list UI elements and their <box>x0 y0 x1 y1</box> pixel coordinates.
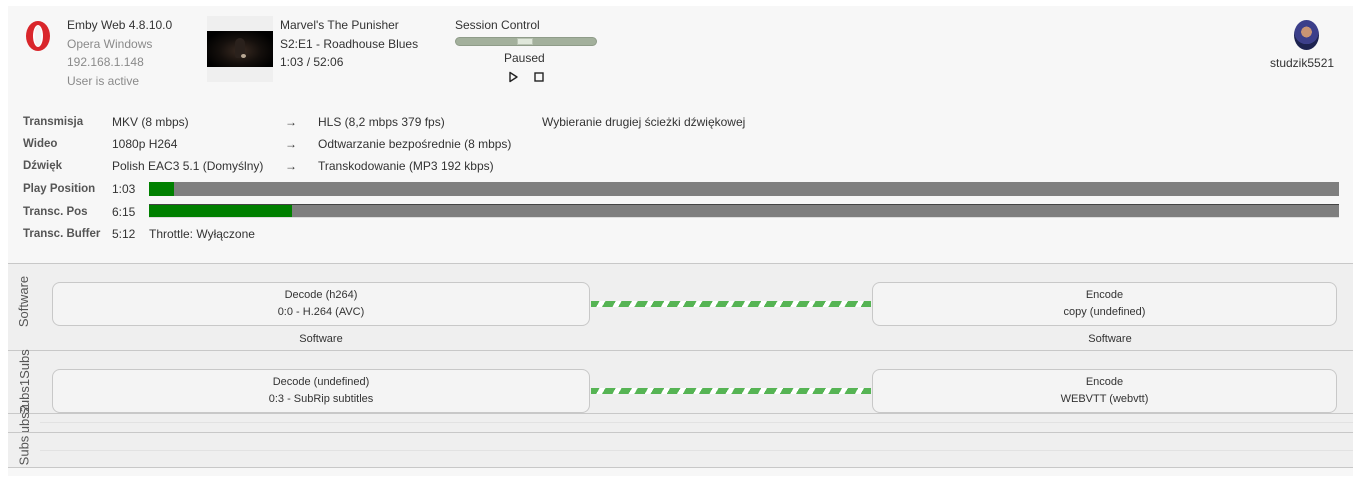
decode-hw-label: Software <box>299 333 343 345</box>
pipeline-link <box>591 301 871 307</box>
client-device: Opera Windows <box>67 36 153 51</box>
transc-buffer-label: Transc. Buffer <box>23 228 101 240</box>
session-seek-bar[interactable] <box>455 37 597 46</box>
session-seek-knob[interactable] <box>517 38 533 45</box>
lane-divider <box>40 450 1353 451</box>
play-position-value: 1:03 <box>112 182 136 196</box>
thumbnail-image <box>207 31 273 67</box>
arrow-right-icon: → <box>285 137 297 151</box>
client-app: Emby Web 4.8.10.0 <box>67 18 173 32</box>
pipeline-lane-software: Software Decode (h264) 0:0 - H.264 (AVC)… <box>8 263 1353 350</box>
transc-pos-bar <box>149 204 1339 218</box>
user-avatar[interactable] <box>1294 20 1319 50</box>
media-info: Marvel's The Punisher S2:E1 - Roadhouse … <box>280 16 418 72</box>
pipeline-lane-subs3: Subs <box>8 432 1353 467</box>
audio-source: Polish EAC3 5.1 (Domyślny) <box>112 159 264 173</box>
decode-detail: 0:3 - SubRip subtitles <box>268 393 374 405</box>
session-status: Paused <box>504 51 545 65</box>
encode-hw-label: Software <box>1088 333 1132 345</box>
transc-buffer-value: 5:12 <box>112 227 136 241</box>
audio-target: Transkodowanie (MP3 192 kbps) <box>318 159 494 173</box>
video-source: 1080p H264 <box>112 137 178 151</box>
encode-node[interactable]: Encode WEBVTT (webvtt) <box>872 369 1337 413</box>
transmission-target: HLS (8,2 mbps 379 fps) <box>318 115 445 129</box>
encode-detail: copy (undefined) <box>1063 306 1146 318</box>
media-thumbnail[interactable] <box>207 16 273 82</box>
video-target: Odtwarzanie bezpośrednie (8 mbps) <box>318 137 512 151</box>
decode-node[interactable]: Decode (undefined) 0:3 - SubRip subtitle… <box>52 369 590 413</box>
transc-pos-fill <box>149 205 292 217</box>
session-control-title: Session Control <box>455 18 540 32</box>
transmission-label: Transmisja <box>23 116 84 128</box>
decode-title: Decode (undefined) <box>272 376 370 388</box>
media-episode: S2:E1 - Roadhouse Blues <box>280 36 419 51</box>
transmission-reason: Wybieranie drugiej ścieżki dźwiękowej <box>542 115 746 129</box>
decode-detail: 0:0 - H.264 (AVC) <box>277 306 365 318</box>
lane-label: Subs <box>8 433 40 468</box>
encode-title: Encode <box>1085 289 1124 301</box>
username: studzik5521 <box>1270 56 1335 70</box>
lane-label: Software <box>8 264 40 338</box>
encode-detail: WEBVTT (webvtt) <box>1060 393 1149 405</box>
lane-bottom-border <box>8 467 1353 468</box>
transc-pos-label: Transc. Pos <box>23 206 88 218</box>
arrow-right-icon: → <box>285 115 297 129</box>
lane-label-text: Subs <box>16 435 32 466</box>
transc-pos-value: 6:15 <box>112 205 136 219</box>
client-activity: User is active <box>67 73 140 88</box>
session-card: Emby Web 4.8.10.0 Opera Windows 192.168.… <box>8 6 1353 476</box>
throttle-status: Throttle: Wyłączone <box>149 227 255 241</box>
play-position-fill <box>149 182 174 196</box>
opera-icon <box>26 21 50 51</box>
pipeline-lane-subs2: Subs2 <box>8 405 1353 442</box>
decode-title: Decode (h264) <box>284 289 358 301</box>
lane-label: Subs2 <box>8 405 40 442</box>
client-ip: 192.168.1.148 <box>67 55 144 69</box>
play-position-bar <box>149 182 1339 196</box>
media-time: 1:03 / 52:06 <box>280 55 344 69</box>
thumbnail-highlight <box>241 54 246 58</box>
encode-title: Encode <box>1085 376 1124 388</box>
video-label: Wideo <box>23 138 58 150</box>
play-position-label: Play Position <box>23 183 96 195</box>
decode-node[interactable]: Decode (h264) 0:0 - H.264 (AVC) <box>52 282 590 326</box>
lane-divider <box>40 422 1353 423</box>
pipeline-link <box>591 388 871 394</box>
client-info: Emby Web 4.8.10.0 Opera Windows 192.168.… <box>67 16 172 90</box>
media-title: Marvel's The Punisher <box>280 18 399 32</box>
play-icon[interactable] <box>506 70 520 84</box>
lane-label-text: Software <box>16 275 32 327</box>
transmission-source: MKV (8 mbps) <box>112 115 189 129</box>
arrow-right-icon: → <box>285 159 297 173</box>
stop-icon[interactable] <box>532 70 546 84</box>
audio-label: Dźwięk <box>23 160 62 172</box>
pipeline-lane-subs1: Subs1Subs Decode (undefined) 0:3 - SubRi… <box>8 349 1353 416</box>
encode-node[interactable]: Encode copy (undefined) <box>872 282 1337 326</box>
